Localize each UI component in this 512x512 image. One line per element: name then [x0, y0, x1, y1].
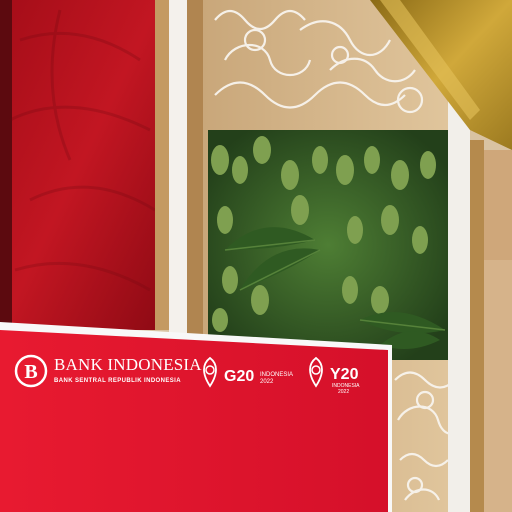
bank-indonesia-logo-icon: B — [14, 354, 48, 388]
g20-year: 2022 — [260, 379, 274, 385]
y20-year: 2022 — [338, 389, 350, 395]
right-white-pillar — [448, 90, 470, 512]
g20-country: INDONESIA — [260, 372, 294, 378]
red-wall-panel — [0, 0, 160, 330]
y20-label: Y20 — [330, 366, 359, 383]
y20-emblem-icon — [309, 356, 323, 388]
g20-emblem-icon — [203, 356, 217, 388]
g20-logo: G20 INDONESIA 2022 — [198, 354, 308, 394]
bank-name: BANK INDONESIA — [54, 355, 202, 374]
svg-text:B: B — [24, 361, 37, 383]
sponsor-logo-row: B BANK INDONESIA BANK SENTRAL REPUBLIK I… — [14, 354, 394, 398]
g20-label: G20 — [224, 368, 255, 385]
y20-logo: Y20 INDONESIA 2022 — [304, 354, 394, 395]
bank-subtitle: BANK SENTRAL REPUBLIK INDONESIA — [54, 378, 181, 384]
white-pillar — [169, 0, 187, 340]
booth-scene — [0, 0, 512, 512]
